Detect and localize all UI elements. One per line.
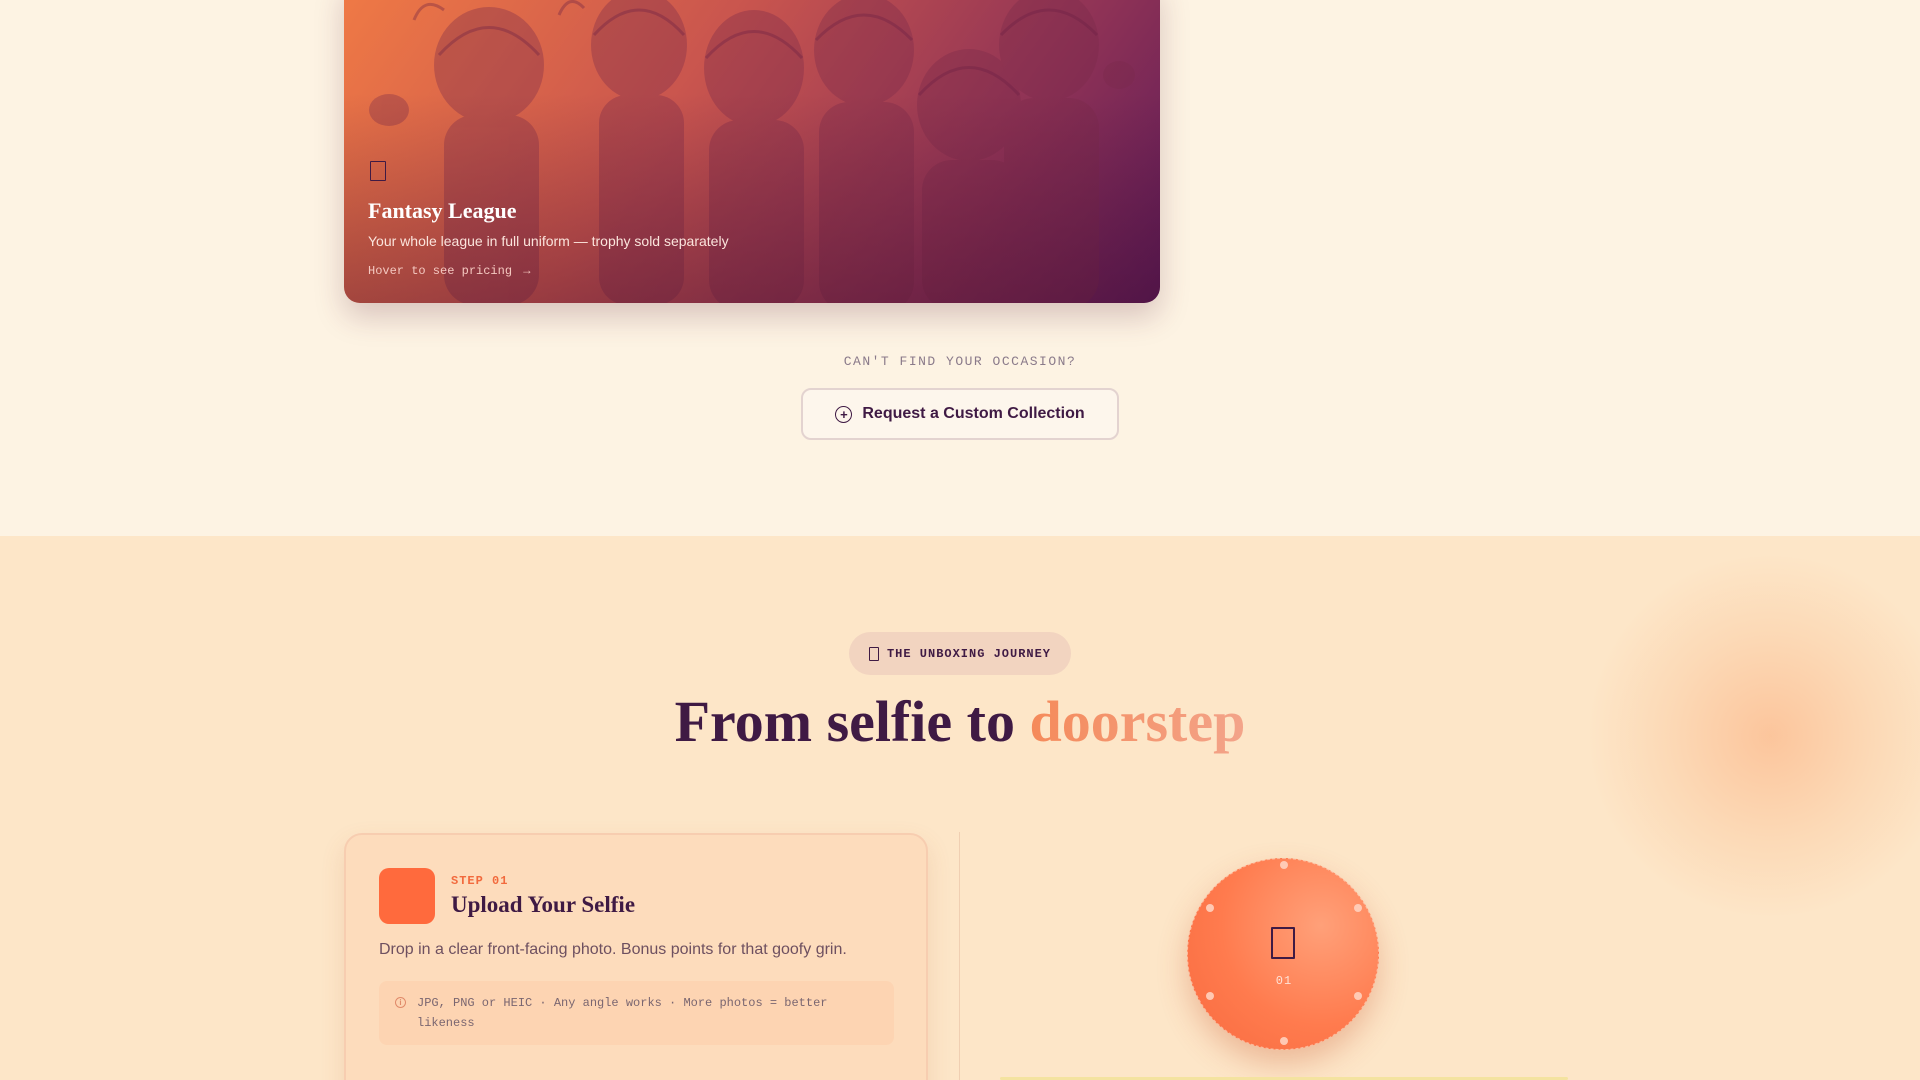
step-format-note: i JPG, PNG or HEIC · Any angle works · M… bbox=[379, 981, 894, 1045]
step-number-label: STEP 01 bbox=[451, 874, 509, 888]
hover-hint-text: Hover to see pricing bbox=[368, 264, 513, 278]
occasions-section: Fantasy League Your whole league in full… bbox=[0, 0, 1920, 536]
dial-dot bbox=[1206, 992, 1214, 1000]
plus-circle-icon: + bbox=[835, 405, 853, 423]
dial-dot bbox=[1354, 904, 1362, 912]
pill-label: THE UNBOXING JOURNEY bbox=[886, 646, 1052, 661]
dial-dot bbox=[1280, 861, 1288, 869]
vertical-divider bbox=[959, 832, 960, 1080]
step-badge bbox=[379, 868, 435, 924]
arrow-right-icon: → bbox=[523, 264, 531, 278]
card-shade-overlay bbox=[344, 0, 1160, 303]
dial-dot bbox=[1206, 904, 1214, 912]
pricing-hover-hint: Hover to see pricing → bbox=[368, 264, 530, 278]
occasion-card-fantasy-league[interactable]: Fantasy League Your whole league in full… bbox=[344, 0, 1160, 303]
section-eyebrow-pill: THE UNBOXING JOURNEY bbox=[849, 632, 1071, 675]
gift-icon bbox=[868, 646, 879, 661]
camera-icon bbox=[1271, 927, 1295, 959]
dial-step-number: 01 bbox=[1275, 974, 1293, 988]
section-heading: From selfie to doorstep bbox=[0, 688, 1920, 755]
dial-dot bbox=[1354, 992, 1362, 1000]
unboxing-journey-section: THE UNBOXING JOURNEY From selfie to door… bbox=[0, 536, 1920, 1080]
button-label: Request a Custom Collection bbox=[862, 405, 1085, 422]
card-title: Fantasy League bbox=[368, 198, 517, 223]
heading-accent-text: doorstep bbox=[1029, 689, 1246, 754]
step-description: Drop in a clear front-facing photo. Bonu… bbox=[379, 941, 847, 958]
heading-main-text: From selfie to bbox=[674, 689, 1015, 754]
step-card-01[interactable]: STEP 01 Upload Your Selfie Drop in a cle… bbox=[344, 833, 928, 1080]
step-title: Upload Your Selfie bbox=[451, 892, 636, 917]
note-text: JPG, PNG or HEIC · Any angle works · Mor… bbox=[417, 996, 828, 1030]
card-description: Your whole league in full uniform — trop… bbox=[368, 233, 729, 249]
request-custom-collection-button[interactable]: + Request a Custom Collection bbox=[801, 388, 1119, 440]
step-progress-dial: 01 bbox=[1187, 858, 1379, 1050]
trophy-icon bbox=[370, 161, 386, 181]
dial-dot bbox=[1280, 1037, 1288, 1045]
custom-occasion-prompt: CAN'T FIND YOUR OCCASION? bbox=[843, 354, 1077, 369]
info-icon: i bbox=[395, 997, 406, 1008]
